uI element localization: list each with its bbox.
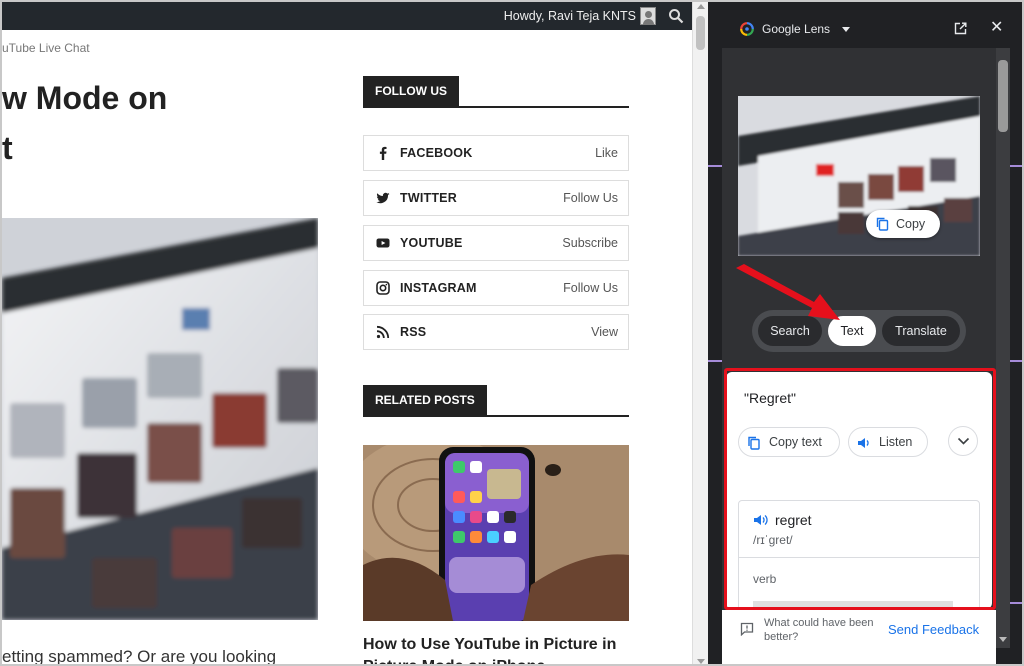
mode-translate-button[interactable]: Translate (882, 316, 960, 346)
selection-guide (1010, 602, 1022, 604)
lens-selected-image[interactable] (738, 96, 980, 256)
admin-bar: Howdy, Ravi Teja KNTS (2, 2, 692, 30)
related-post-image[interactable] (363, 445, 629, 621)
feedback-icon (740, 622, 754, 636)
avatar[interactable] (640, 7, 656, 25)
highlight-box (724, 368, 996, 610)
screenshot-frame: Howdy, Ravi Teja KNTS uTube Live Chat w … (0, 0, 1024, 666)
open-in-new-tab-icon[interactable] (954, 22, 967, 35)
social-action[interactable]: Subscribe (562, 236, 618, 250)
feedback-question: What could have been better? (764, 617, 874, 643)
close-icon[interactable]: ✕ (990, 20, 1003, 36)
page-scrollbar[interactable] (692, 2, 708, 664)
copy-icon (876, 217, 889, 231)
scroll-down-icon[interactable] (999, 637, 1007, 642)
related-posts-heading-label: RELATED POSTS (363, 385, 487, 415)
selection-guide (708, 165, 722, 167)
instagram-icon (376, 281, 390, 295)
social-facebook[interactable]: FACEBOOK Like (363, 135, 629, 171)
lens-title[interactable]: Google Lens (762, 22, 830, 36)
breadcrumb[interactable]: uTube Live Chat (2, 41, 90, 55)
article-excerpt: etting spammed? Or are you looking (2, 647, 277, 666)
follow-us-heading: FOLLOW US (363, 76, 629, 108)
chevron-down-icon[interactable] (842, 27, 850, 32)
lens-scrollbar[interactable] (996, 48, 1010, 648)
copy-chip[interactable]: Copy (866, 210, 940, 238)
lens-header: Google Lens ✕ (722, 10, 1018, 46)
social-name: FACEBOOK (400, 146, 473, 160)
selection-guide (708, 360, 722, 362)
follow-us-heading-label: FOLLOW US (363, 76, 459, 106)
social-youtube[interactable]: YOUTUBE Subscribe (363, 225, 629, 261)
mode-text-button[interactable]: Text (828, 316, 876, 346)
scroll-down-icon[interactable] (697, 659, 705, 664)
selection-guide (1010, 165, 1022, 167)
facebook-icon (379, 146, 387, 160)
related-posts-heading: RELATED POSTS (363, 385, 629, 417)
website-page: Howdy, Ravi Teja KNTS uTube Live Chat w … (2, 2, 692, 666)
admin-greeting[interactable]: Howdy, Ravi Teja KNTS (504, 9, 636, 23)
social-twitter[interactable]: TWITTER Follow Us (363, 180, 629, 216)
send-feedback-link[interactable]: Send Feedback (888, 622, 979, 637)
search-icon[interactable] (668, 8, 684, 24)
scrollbar-thumb[interactable] (998, 60, 1008, 132)
social-action[interactable]: View (591, 325, 618, 339)
article-title-line-2: t (2, 130, 13, 166)
social-name: YOUTUBE (400, 236, 463, 250)
selection-guide (1010, 360, 1022, 362)
twitter-icon (376, 192, 390, 204)
google-lens-icon (740, 22, 754, 36)
youtube-icon (376, 238, 390, 248)
copy-chip-label: Copy (896, 217, 926, 231)
social-name: INSTAGRAM (400, 281, 477, 295)
social-instagram[interactable]: INSTAGRAM Follow Us (363, 270, 629, 306)
mode-search-button[interactable]: Search (758, 316, 822, 346)
related-post-title[interactable]: How to Use YouTube in Picture in Picture… (363, 634, 633, 664)
social-name: TWITTER (400, 191, 457, 205)
feedback-bar: What could have been better? Send Feedba… (722, 610, 996, 664)
social-action[interactable]: Follow Us (563, 191, 618, 205)
social-action[interactable]: Like (595, 146, 618, 160)
scroll-up-icon[interactable] (697, 4, 705, 9)
social-rss[interactable]: RSS View (363, 314, 629, 350)
lens-mode-switcher: Search Text Translate (752, 310, 966, 352)
social-action[interactable]: Follow Us (563, 281, 618, 295)
rss-icon (376, 325, 390, 339)
scrollbar-thumb[interactable] (696, 16, 705, 50)
article-title-line-1: w Mode on (2, 80, 168, 116)
article-hero-image (2, 218, 318, 620)
social-name: RSS (400, 325, 427, 339)
